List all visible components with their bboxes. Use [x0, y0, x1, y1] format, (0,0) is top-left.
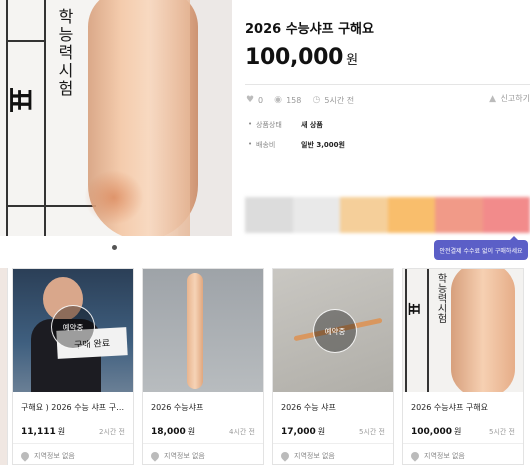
location-pin-icon [149, 450, 161, 462]
listing-time: 2시간 전 [99, 428, 125, 436]
shipping-value: 일반 3,000원 [301, 141, 345, 149]
listing-price-value: 17,000 [281, 427, 316, 437]
paper-border [6, 40, 46, 42]
listing-time: 5시간 전 [359, 428, 385, 436]
pen-shape [451, 269, 515, 392]
listing-price-unit: 원 [454, 427, 462, 436]
listing-card[interactable]: 구매 완료 예약중 구해요 ) 2026 수능 샤프 구… 11,111 원 2시… [12, 268, 134, 465]
bullet: • [248, 120, 253, 128]
divider [143, 443, 263, 444]
listing-location: 지역정보 없음 [409, 450, 465, 462]
clock-icon: ◷ [312, 95, 321, 105]
views-stat: ◉ 158 [273, 95, 301, 105]
product-title: 2026 수능샤프 구해요 [245, 22, 374, 37]
listing-price-unit: 원 [57, 427, 66, 436]
shipping-row: • 배송비 일반 3,000원 [248, 140, 345, 150]
likes-count: 0 [258, 95, 264, 105]
divider [273, 443, 393, 444]
divider [245, 84, 530, 85]
listing-price: 100,000 원 [411, 426, 461, 437]
condition-value: 새 상품 [301, 121, 323, 129]
listing-card[interactable]: 2026 수능샤프 18,000 원 4시간 전 지역정보 없음 [142, 268, 264, 465]
listing-title: 2026 수능 샤프 [281, 403, 336, 412]
listing-price: 11,111 원 [21, 426, 65, 437]
pen-shape [187, 273, 203, 389]
bullet: • [248, 140, 253, 148]
time-ago: 5시간 전 [324, 95, 355, 105]
report-button[interactable]: ▲ 신고하기 [488, 93, 530, 104]
listing-price-unit: 원 [187, 427, 196, 436]
related-listings: 구매 완료 예약중 구해요 ) 2026 수능 샤프 구… 11,111 원 2시… [0, 268, 530, 465]
listing-title: 2026 수능샤프 구해요 [411, 403, 488, 412]
price-value: 100,000 [245, 45, 344, 70]
location-text: 지역정보 없음 [34, 452, 75, 460]
divider [403, 443, 523, 444]
heart-icon: ♥ [245, 95, 255, 105]
location-text: 지역정보 없음 [164, 452, 205, 460]
listing-location: 지역정보 없음 [19, 450, 75, 462]
location-text: 지역정보 없음 [294, 452, 335, 460]
divider [13, 443, 133, 444]
listing-price-value: 11,111 [21, 427, 56, 437]
listing-image: 표 학능력시험 [403, 269, 523, 392]
photo-text: 학능력시험 [55, 8, 74, 98]
listing-location: 지역정보 없음 [279, 450, 335, 462]
report-label: 신고하기 [500, 94, 530, 103]
reserved-badge: 예약중 [51, 305, 95, 349]
product-price: 100,000 원 [245, 45, 358, 70]
location-pin-icon [409, 450, 421, 462]
listing-card[interactable]: 표 학능력시험 2026 수능샤프 구해요 100,000 원 5시간 전 지역정… [402, 268, 524, 465]
listing-price-value: 18,000 [151, 427, 186, 437]
time-stat: ◷ 5시간 전 [311, 95, 354, 106]
photo-char: 표 [2, 87, 36, 113]
paper-border [427, 269, 429, 392]
paper-border [6, 205, 96, 207]
location-pin-icon [279, 450, 291, 462]
carousel-dot[interactable] [112, 245, 117, 250]
condition-row: • 상품상태 새 상품 [248, 120, 323, 130]
pen-shape [150, 0, 190, 236]
listing-card[interactable]: 예약중 2026 수능 샤프 17,000 원 5시간 전 지역정보 없음 [272, 268, 394, 465]
product-stats: ♥ 0 ◉ 158 ◷ 5시간 전 ▲ 신고하기 [245, 93, 530, 107]
likes-stat: ♥ 0 [245, 95, 263, 105]
listing-price: 17,000 원 [281, 426, 325, 437]
product-photo[interactable]: 표 학능력시험 [0, 0, 232, 236]
listing-title: 2026 수능샤프 [151, 403, 204, 412]
listing-image: 예약중 [273, 269, 393, 392]
siren-icon: ▲ [489, 93, 496, 104]
pen-highlight [84, 170, 144, 225]
photo-text: 학능력시험 [435, 273, 446, 323]
listing-title: 구해요 ) 2026 수능 샤프 구… [21, 403, 125, 412]
paper-border [6, 0, 8, 236]
safe-pay-tooltip: 안전결제 수수료 없이 구매하세요 [434, 236, 528, 260]
listing-location: 지역정보 없음 [149, 450, 205, 462]
partial-card[interactable] [0, 268, 8, 465]
eye-icon: ◉ [274, 95, 283, 105]
listing-price-unit: 원 [317, 427, 326, 436]
condition-key: 상품상태 [256, 121, 282, 129]
location-text: 지역정보 없음 [424, 452, 465, 460]
photo-char: 표 [404, 302, 421, 316]
paper-border [44, 0, 46, 236]
listing-image [143, 269, 263, 392]
views-count: 158 [286, 95, 302, 105]
listing-time: 4시간 전 [229, 428, 255, 436]
listing-price-value: 100,000 [411, 427, 452, 437]
listing-time: 5시간 전 [489, 428, 515, 436]
paper-border [405, 269, 407, 392]
price-unit: 원 [346, 53, 358, 68]
listing-price: 18,000 원 [151, 426, 195, 437]
location-pin-icon [19, 450, 31, 462]
shipping-key: 배송비 [256, 141, 276, 149]
action-buttons-blurred[interactable] [245, 197, 530, 233]
product-page: 표 학능력시험 2026 수능샤프 구해요 100,000 원 ♥ 0 ◉ 158… [0, 0, 530, 465]
reserved-badge: 예약중 [313, 309, 357, 353]
listing-image: 구매 완료 예약중 [13, 269, 133, 392]
